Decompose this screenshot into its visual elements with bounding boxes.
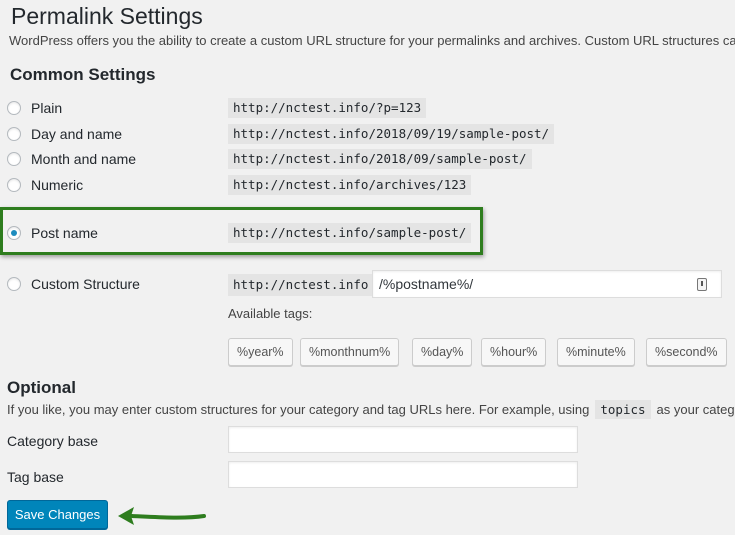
tag-button-monthnum[interactable]: %monthnum% bbox=[300, 338, 400, 366]
tag-button-minute[interactable]: %minute% bbox=[557, 338, 635, 366]
save-changes-button[interactable]: Save Changes bbox=[7, 500, 108, 529]
custom-structure-prefix: http://nctest.info bbox=[228, 274, 374, 296]
common-settings-heading: Common Settings bbox=[10, 65, 156, 84]
tag-button-day[interactable]: %day% bbox=[412, 338, 473, 366]
radio-month-and-name[interactable] bbox=[7, 152, 21, 166]
radio-numeric[interactable] bbox=[7, 178, 21, 192]
option-plain[interactable]: Plain bbox=[7, 97, 62, 119]
optional-heading: Optional bbox=[7, 378, 76, 397]
tag-base-input[interactable] bbox=[228, 461, 578, 488]
optional-description-text-end: as your category bbox=[656, 402, 735, 417]
available-tags-label: Available tags: bbox=[228, 306, 313, 321]
example-url-day-and-name: http://nctest.info/2018/09/19/sample-pos… bbox=[228, 124, 555, 144]
tag-button-hour[interactable]: %hour% bbox=[481, 338, 547, 366]
optional-description-code: topics bbox=[595, 400, 651, 419]
category-base-label: Category base bbox=[7, 433, 99, 449]
example-url-post-name: http://nctest.info/sample-post/ bbox=[228, 223, 472, 243]
option-numeric[interactable]: Numeric bbox=[7, 174, 83, 196]
radio-custom-structure[interactable] bbox=[7, 277, 21, 291]
category-base-input[interactable] bbox=[228, 426, 578, 453]
option-month-and-name[interactable]: Month and name bbox=[7, 148, 136, 170]
option-custom-structure-label: Custom Structure bbox=[31, 276, 140, 292]
option-numeric-label: Numeric bbox=[31, 177, 84, 193]
clipboard-icon bbox=[697, 278, 707, 291]
option-post-name[interactable]: Post name bbox=[7, 222, 98, 244]
optional-description: If you like, you may enter custom struct… bbox=[7, 400, 735, 419]
arrow-shaft bbox=[130, 514, 206, 520]
option-custom-structure[interactable]: Custom Structure bbox=[7, 273, 140, 295]
option-month-and-name-label: Month and name bbox=[31, 151, 137, 167]
radio-plain[interactable] bbox=[7, 101, 21, 115]
example-url-month-and-name: http://nctest.info/2018/09/sample-post/ bbox=[228, 149, 532, 169]
example-url-plain: http://nctest.info/?p=123 bbox=[228, 98, 427, 118]
option-plain-label: Plain bbox=[31, 100, 63, 116]
option-day-and-name-label: Day and name bbox=[31, 126, 123, 142]
example-url-numeric: http://nctest.info/archives/123 bbox=[228, 175, 472, 195]
custom-structure-value: /%postname%/ bbox=[379, 276, 474, 292]
green-arrow-annotation bbox=[118, 507, 206, 525]
page-title: Permalink Settings bbox=[11, 3, 203, 29]
radio-day-and-name[interactable] bbox=[7, 127, 21, 141]
tag-button-second[interactable]: %second% bbox=[646, 338, 727, 366]
tag-base-label: Tag base bbox=[7, 469, 64, 485]
radio-post-name[interactable] bbox=[7, 226, 21, 240]
page-intro: WordPress offers you the ability to crea… bbox=[9, 33, 735, 48]
custom-structure-input[interactable]: /%postname%/ bbox=[372, 270, 722, 298]
permalink-settings-page: Permalink Settings WordPress offers you … bbox=[0, 0, 735, 535]
option-post-name-label: Post name bbox=[31, 225, 98, 241]
option-day-and-name[interactable]: Day and name bbox=[7, 123, 122, 145]
optional-description-text: If you like, you may enter custom struct… bbox=[7, 402, 590, 417]
tag-button-year[interactable]: %year% bbox=[228, 338, 293, 366]
